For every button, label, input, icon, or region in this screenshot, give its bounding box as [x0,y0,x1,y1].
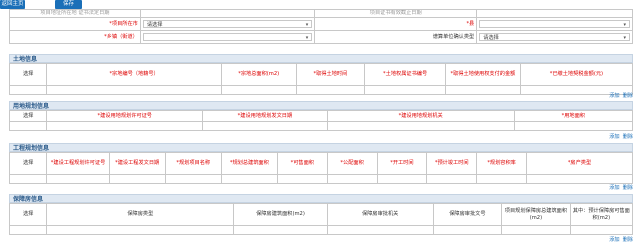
form-label: 项目地址所在地 证书法定日期 [9,9,141,18]
save-button[interactable]: 保存 [55,0,82,9]
column-header: 选择 [8,63,48,86]
section-title: 用地规划信息 [9,101,633,110]
column-header: *可售面积 [276,152,328,175]
add-link[interactable]: 添加 [609,93,619,99]
column-header: *建设工程发文日期 [108,152,166,175]
column-header: 项目规划保障房总建筑面积(m2) [501,203,571,226]
column-header: *用地面积 [513,110,634,122]
housing-actions: 添加 删除 [606,236,633,243]
column-header: *公配面积 [326,152,378,175]
planning-table: 选择 *建设用地规划许可证号 *建设用地规划发文日期 *建设用地规划机关 *用地… [8,110,634,131]
column-header: *规划项目名称 [164,152,222,175]
column-header: *建设用地规划许可证号 [46,110,204,122]
planning-actions: 添加 删除 [606,133,633,140]
section-title: 土地信息 [9,54,633,63]
city-cell: 请选择 ▾ [139,17,316,31]
column-header: *建设工程规划许可证号 [46,152,110,175]
town-cell: ▾ [139,30,316,44]
section-title: 工程规划信息 [9,143,633,152]
column-header: *规划总建筑面积 [220,152,278,175]
column-header: *宗地编号（地籍号） [46,63,222,86]
planning-info-section: 用地规划信息 选择 *建设用地规划许可证号 *建设用地规划发文日期 *建设用地规… [8,101,634,131]
engineering-info-section: 工程规划信息 选择 *建设工程规划许可证号 *建设工程发文日期 *规划项目名称 … [8,143,633,184]
column-header: 选择 [8,203,48,226]
engineering-actions: 添加 删除 [606,184,633,191]
column-header: 保障房审批机关 [326,203,434,226]
column-header: *已缴土地契税金额(元) [519,63,634,86]
column-header: *取得土地使用权支付的金额 [445,63,521,86]
form-value [476,9,633,18]
chevron-down-icon: ▾ [623,22,626,28]
column-header: *土地权属证书编号 [364,63,447,86]
column-header: *预计竣工时间 [426,152,478,175]
delete-link[interactable]: 删除 [623,134,633,140]
column-header: *取得土地时间 [295,63,366,86]
column-header: *房产类型 [526,152,633,175]
column-header: 保障房审批文号 [432,203,503,226]
land-actions: 添加 删除 [606,92,633,99]
column-header: 其中：预计保障房可售面积(m2) [569,203,634,226]
project-basic-form: 项目地址所在地 证书法定日期 项目证书有效截止日期 *项目所在市 请选择 ▾ *县… [9,9,633,44]
town-label: *乡镇（街道） [9,30,141,44]
city-label: *项目所在市 [9,17,141,31]
town-select[interactable]: ▾ [142,33,313,41]
delete-link[interactable]: 删除 [623,185,633,191]
land-info-section: 土地信息 选择 *宗地编号（地籍号） *宗地总面积(m2) *取得土地时间 *土… [8,54,634,95]
form-label: 项目证书有效截止日期 [314,9,478,18]
delete-link[interactable]: 删除 [623,237,633,243]
column-header: 保障房类型 [46,203,235,226]
column-header: *宗地总面积(m2) [220,63,297,86]
chevron-down-icon: ▾ [623,35,626,41]
housing-info-section: 保障房信息 选择 保障房类型 保障房建筑面积(m2) 保障房审批机关 保障房审批… [8,194,634,235]
chevron-down-icon: ▾ [305,22,309,28]
column-header: *开工时间 [376,152,428,175]
form-value [139,9,316,18]
engineering-table: 选择 *建设工程规划许可证号 *建设工程发文日期 *规划项目名称 *规划总建筑面… [8,152,633,184]
column-header: 选择 [8,152,48,175]
section-title: 保障房信息 [9,194,633,203]
column-header: *规划容积率 [476,152,527,175]
unit-type-cell: 请选择 ▾ [476,30,633,44]
column-header: *建设用地规划发文日期 [202,110,328,122]
add-link[interactable]: 添加 [609,134,619,140]
column-header: *建设用地规划机关 [326,110,515,122]
housing-table: 选择 保障房类型 保障房建筑面积(m2) 保障房审批机关 保障房审批文号 项目规… [8,203,634,235]
city-select[interactable]: 请选择 ▾ [142,20,313,28]
county-label: *县 [314,17,478,31]
chevron-down-icon: ▾ [305,35,309,41]
county-cell: ▾ [476,17,633,31]
land-table: 选择 *宗地编号（地籍号） *宗地总面积(m2) *取得土地时间 *土地权属证书… [8,63,634,95]
column-header: 选择 [8,110,48,122]
county-select[interactable]: ▾ [479,20,630,28]
delete-link[interactable]: 删除 [623,93,633,99]
column-header: 保障房建筑面积(m2) [233,203,328,226]
back-home-button[interactable]: 返回主页 [0,0,25,9]
add-link[interactable]: 添加 [609,237,619,243]
unit-type-label: 谱算单位确认类型 [314,30,478,44]
add-link[interactable]: 添加 [609,185,619,191]
unit-type-select[interactable]: 请选择 ▾ [479,33,630,41]
